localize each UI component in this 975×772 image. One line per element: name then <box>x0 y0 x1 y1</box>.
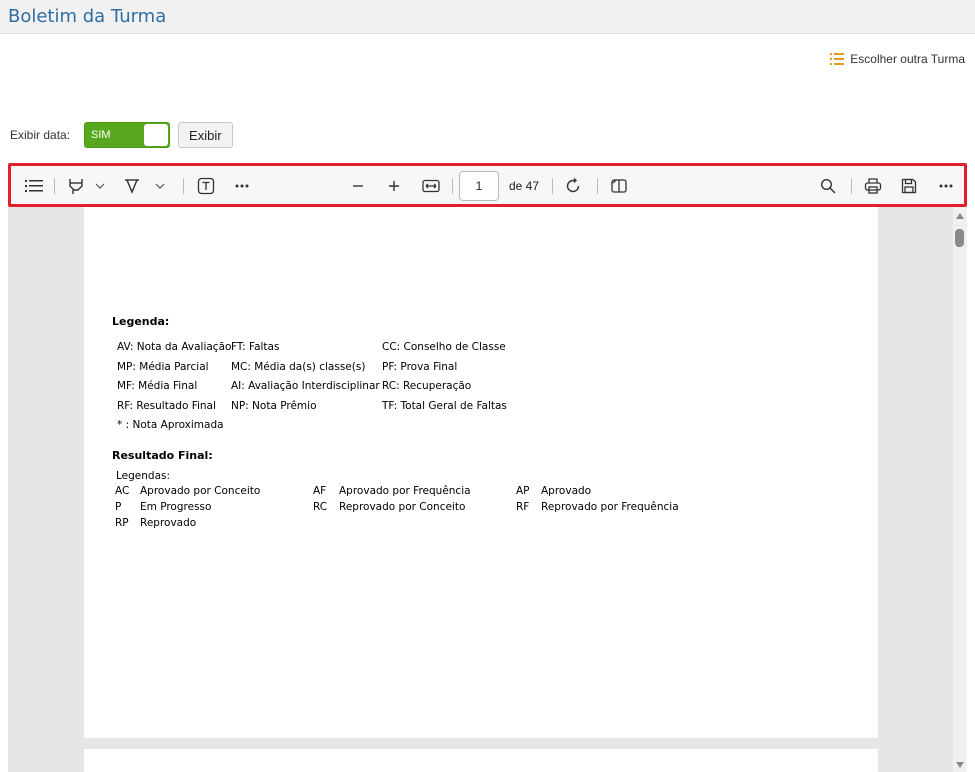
contents-icon[interactable] <box>23 175 45 197</box>
more-tools-icon[interactable] <box>231 175 253 197</box>
result-desc: Aprovado por Frequência <box>339 485 471 497</box>
rotate-icon[interactable] <box>562 175 584 197</box>
choose-other-class-label: Escolher outra Turma <box>850 52 965 66</box>
page-header: Boletim da Turma <box>0 0 975 34</box>
legend-item: MC: Média da(s) classe(s) <box>231 361 366 373</box>
choose-other-class-link[interactable]: Escolher outra Turma <box>830 52 965 66</box>
result-desc: Reprovado por Frequência <box>541 501 679 513</box>
result-code: RF <box>516 501 530 513</box>
result-code: P <box>115 501 122 513</box>
fit-width-icon[interactable] <box>420 175 442 197</box>
page-total-label: de 47 <box>509 179 540 193</box>
legend-item: CC: Conselho de Classe <box>382 341 506 353</box>
page-title: Boletim da Turma <box>8 6 167 27</box>
draw-icon[interactable] <box>121 175 143 197</box>
page-number-input[interactable]: 1 <box>459 171 499 201</box>
show-date-label: Exibir data: <box>10 128 71 142</box>
result-desc: Aprovado por Conceito <box>140 485 261 497</box>
legend-item: TF: Total Geral de Faltas <box>382 400 507 412</box>
text-box-icon[interactable] <box>195 175 217 197</box>
legend-title: Legenda: <box>112 315 170 328</box>
result-code: RP <box>115 517 129 529</box>
legend-item: NP: Nota Prêmio <box>231 400 317 412</box>
highlight-icon[interactable] <box>65 175 87 197</box>
next-document-page <box>84 749 878 772</box>
result-desc: Aprovado <box>541 485 592 497</box>
scroll-thumb[interactable] <box>955 229 964 247</box>
result-subtitle: Legendas: <box>116 470 171 482</box>
highlight-options-icon[interactable] <box>93 175 107 197</box>
result-code: AP <box>516 485 530 497</box>
zoom-out-icon[interactable] <box>347 175 369 197</box>
result-desc: Reprovado <box>140 517 197 529</box>
result-title: Resultado Final: <box>112 449 213 462</box>
zoom-in-icon[interactable] <box>383 175 405 197</box>
more-options-icon[interactable] <box>935 175 957 197</box>
result-code: AC <box>115 485 130 497</box>
search-icon[interactable] <box>817 175 839 197</box>
document-page: Legenda: AV: Nota da Avaliação FT: Falta… <box>84 207 878 738</box>
show-date-toggle[interactable]: SIM <box>84 122 171 148</box>
save-icon[interactable] <box>898 175 920 197</box>
legend-item: AV: Nota da Avaliação <box>117 341 232 353</box>
vertical-scrollbar[interactable] <box>953 207 967 772</box>
legend-item: FT: Faltas <box>231 341 280 353</box>
document-area[interactable]: Legenda: AV: Nota da Avaliação FT: Falta… <box>8 207 953 772</box>
page-view-icon[interactable] <box>608 175 630 197</box>
result-code: RC <box>313 501 328 513</box>
toggle-knob <box>144 124 169 146</box>
legend-item: MP: Média Parcial <box>117 361 209 373</box>
legend-item: * : Nota Aproximada <box>117 419 224 431</box>
legend-item: RF: Resultado Final <box>117 400 216 412</box>
legend-item: AI: Avaliação Interdisciplinar <box>231 380 380 392</box>
print-icon[interactable] <box>862 175 884 197</box>
draw-options-icon[interactable] <box>153 175 167 197</box>
toggle-state-label: SIM <box>91 129 111 141</box>
pdf-viewer: 1 de 47 Legenda: AV: Nota da Avaliação F… <box>8 163 967 772</box>
result-desc: Reprovado por Conceito <box>339 501 466 513</box>
result-desc: Em Progresso <box>140 501 212 513</box>
result-code: AF <box>313 485 327 497</box>
list-icon <box>830 53 845 65</box>
scroll-up-icon[interactable] <box>956 213 964 219</box>
scroll-down-icon[interactable] <box>956 762 964 768</box>
pdf-toolbar: 1 de 47 <box>8 163 967 207</box>
show-button[interactable]: Exibir <box>178 122 233 148</box>
date-filter: Exibir data: SIM Exibir <box>10 122 233 148</box>
legend-item: MF: Média Final <box>117 380 198 392</box>
legend-item: PF: Prova Final <box>382 361 458 373</box>
legend-item: RC: Recuperação <box>382 380 472 392</box>
